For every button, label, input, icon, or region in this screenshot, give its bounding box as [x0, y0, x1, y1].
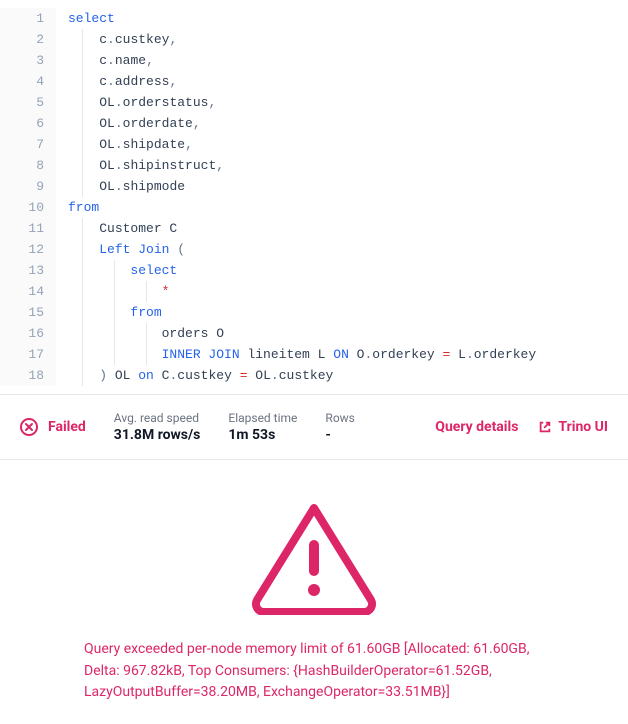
- error-panel: Query exceeded per-node memory limit of …: [0, 460, 628, 724]
- line-number: 7: [0, 134, 44, 155]
- warning-triangle-icon: [249, 500, 379, 615]
- line-number: 8: [0, 155, 44, 176]
- code-line[interactable]: ) OL on C.custkey = OL.custkey: [68, 365, 628, 386]
- line-number: 11: [0, 218, 44, 239]
- fail-icon: [20, 418, 38, 436]
- code-line[interactable]: Left Join (: [68, 239, 628, 260]
- trino-ui-label: Trino UI: [558, 419, 608, 435]
- query-details-link[interactable]: Query details: [435, 419, 518, 435]
- line-number: 13: [0, 260, 44, 281]
- external-link-icon: [538, 420, 552, 434]
- line-number: 3: [0, 50, 44, 71]
- code-content[interactable]: select c.custkey, c.name, c.address, OL.…: [56, 8, 628, 386]
- code-line[interactable]: c.address,: [68, 71, 628, 92]
- code-line[interactable]: OL.orderstatus,: [68, 92, 628, 113]
- code-line[interactable]: c.custkey,: [68, 29, 628, 50]
- line-number: 18: [0, 365, 44, 386]
- code-line[interactable]: select: [68, 8, 628, 29]
- line-number: 12: [0, 239, 44, 260]
- code-line[interactable]: INNER JOIN lineitem L ON O.orderkey = L.…: [68, 344, 628, 365]
- code-line[interactable]: orders O: [68, 323, 628, 344]
- line-number: 17: [0, 344, 44, 365]
- stat-value: 1m 53s: [228, 427, 297, 443]
- stat-label: Rows: [325, 411, 354, 425]
- stat-label: Elapsed time: [228, 411, 297, 425]
- line-number: 4: [0, 71, 44, 92]
- line-number: 5: [0, 92, 44, 113]
- code-line[interactable]: OL.shipdate,: [68, 134, 628, 155]
- error-message: Query exceeded per-node memory limit of …: [84, 639, 544, 704]
- line-number: 9: [0, 176, 44, 197]
- code-line[interactable]: OL.shipmode: [68, 176, 628, 197]
- line-number: 2: [0, 29, 44, 50]
- line-number: 10: [0, 197, 44, 218]
- code-editor[interactable]: 123456789101112131415161718 select c.cus…: [0, 0, 628, 395]
- status-bar: Failed Avg. read speed 31.8M rows/s Elap…: [0, 395, 628, 460]
- code-line[interactable]: OL.shipinstruct,: [68, 155, 628, 176]
- line-gutter: 123456789101112131415161718: [0, 8, 56, 386]
- code-line[interactable]: select: [68, 260, 628, 281]
- stat-elapsed: Elapsed time 1m 53s: [228, 411, 297, 443]
- stat-value: 31.8M rows/s: [114, 427, 201, 443]
- code-line[interactable]: Customer C: [68, 218, 628, 239]
- trino-ui-link[interactable]: Trino UI: [538, 419, 608, 435]
- status-text: Failed: [48, 419, 86, 435]
- code-line[interactable]: c.name,: [68, 50, 628, 71]
- line-number: 16: [0, 323, 44, 344]
- code-line[interactable]: OL.orderdate,: [68, 113, 628, 134]
- code-line[interactable]: *: [68, 281, 628, 302]
- code-line[interactable]: from: [68, 197, 628, 218]
- stat-value: -: [325, 427, 354, 443]
- code-line[interactable]: from: [68, 302, 628, 323]
- stat-read-speed: Avg. read speed 31.8M rows/s: [114, 411, 201, 443]
- line-number: 14: [0, 281, 44, 302]
- stat-label: Avg. read speed: [114, 411, 201, 425]
- status-state: Failed: [20, 418, 86, 436]
- line-number: 15: [0, 302, 44, 323]
- stat-rows: Rows -: [325, 411, 354, 443]
- line-number: 6: [0, 113, 44, 134]
- line-number: 1: [0, 8, 44, 29]
